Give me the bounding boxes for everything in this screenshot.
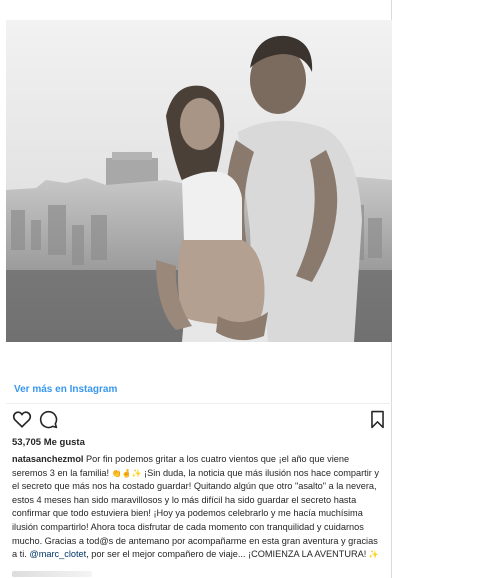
post-caption: natasanchezmol Por fin podemos gritar a …	[12, 453, 384, 562]
photo-image	[6, 20, 392, 342]
divider	[6, 403, 392, 404]
comment-icon[interactable]	[39, 410, 58, 434]
post-photo[interactable]	[6, 20, 392, 342]
bookmark-icon[interactable]	[370, 410, 385, 434]
caption-mention[interactable]: @marc_clotet	[29, 549, 86, 559]
clap-emoji-icon: 👏🤞✨	[111, 468, 142, 478]
likes-count[interactable]: 53,705 Me gusta	[12, 437, 85, 448]
caption-username[interactable]: natasanchezmol	[12, 454, 83, 464]
caption-text-2: ¡Sin duda, la noticia que más ilusión no…	[12, 467, 379, 560]
truncated-timestamp	[12, 571, 92, 577]
caption-text-3: , por ser el mejor compañero de viaje...…	[86, 549, 367, 560]
instagram-embed: Ver más en Instagram 53,705 Me gusta nat…	[0, 0, 392, 578]
heart-icon[interactable]	[12, 410, 32, 433]
sparkles-emoji-icon: ✨	[368, 550, 379, 560]
view-more-on-instagram-link[interactable]: Ver más en Instagram	[14, 384, 117, 395]
action-bar	[12, 410, 386, 432]
